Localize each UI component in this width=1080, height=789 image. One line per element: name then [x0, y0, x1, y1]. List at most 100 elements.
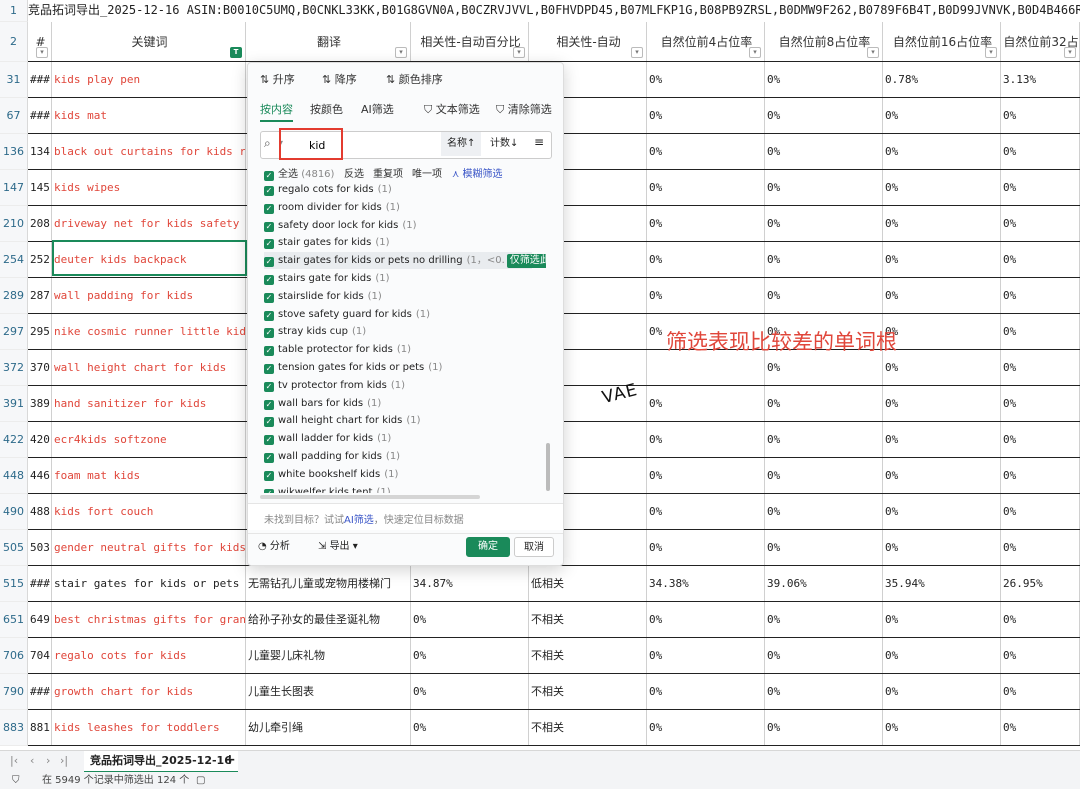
cell-c32[interactable]: 0%: [1001, 458, 1080, 493]
cell-num[interactable]: ###: [28, 98, 52, 133]
filter-value-item[interactable]: ✓ stove safety guard for kids (1): [264, 306, 430, 323]
cell-c16[interactable]: 0%: [883, 494, 1001, 529]
cell-c16[interactable]: 0%: [883, 674, 1001, 709]
cancel-button[interactable]: 取消: [514, 537, 554, 557]
unique-button[interactable]: 唯一项: [412, 165, 442, 180]
filter-value-item[interactable]: ✓ safety door lock for kids (1): [264, 217, 417, 234]
cell-rel[interactable]: 不相关: [529, 674, 647, 709]
row-number[interactable]: 297: [0, 314, 28, 350]
cell-c16[interactable]: 0%: [883, 170, 1001, 205]
cell-num[interactable]: ###: [28, 62, 52, 97]
cell-c8[interactable]: 0%: [765, 674, 883, 709]
filter-value-item[interactable]: ✓ stair gates for kids (1): [264, 234, 390, 251]
row-number[interactable]: 706: [0, 638, 28, 674]
cell-kw[interactable]: nike cosmic runner little kids: [52, 314, 246, 349]
cell-c32[interactable]: 0%: [1001, 674, 1080, 709]
filter-value-item[interactable]: ✓ wall padding for kids (1): [264, 448, 400, 465]
row-number[interactable]: 391: [0, 386, 28, 422]
cell-rel[interactable]: 不相关: [529, 638, 647, 673]
next-sheet-icon[interactable]: ›: [46, 754, 50, 767]
cell-c32[interactable]: 0%: [1001, 278, 1080, 313]
cell-c16[interactable]: 0%: [883, 386, 1001, 421]
column-header[interactable]: # ▾: [28, 22, 52, 61]
row-number[interactable]: 254: [0, 242, 28, 278]
cell-c8[interactable]: 0%: [765, 602, 883, 637]
last-sheet-icon[interactable]: ›|: [60, 754, 68, 767]
cell-c4[interactable]: 34.38%: [647, 566, 765, 601]
cell-c4[interactable]: 0%: [647, 386, 765, 421]
cell-pct[interactable]: 0%: [411, 710, 529, 745]
cell-c8[interactable]: 0%: [765, 458, 883, 493]
cell-c8[interactable]: 0%: [765, 134, 883, 169]
duplicates-button[interactable]: 重复项: [373, 165, 403, 180]
column-header[interactable]: 自然位前16占位率 ▾: [883, 22, 1001, 61]
export-button[interactable]: ⇲ 导出 ▾: [318, 537, 358, 557]
cell-c8[interactable]: 0%: [765, 494, 883, 529]
cell-kw[interactable]: kids wipes: [52, 170, 246, 205]
cell-num[interactable]: 370: [28, 350, 52, 385]
cell-c8[interactable]: 0%: [765, 62, 883, 97]
cell-c16[interactable]: 0%: [883, 458, 1001, 493]
filter-value-item[interactable]: ✓ stray kids cup (1): [264, 323, 366, 340]
cell-tr[interactable]: 幼儿牵引绳: [246, 710, 411, 745]
cell-c4[interactable]: 0%: [647, 278, 765, 313]
settings-icon[interactable]: ≡: [534, 135, 544, 149]
row-number[interactable]: 490: [0, 494, 28, 530]
cell-kw[interactable]: regalo cots for kids: [52, 638, 246, 673]
cell-c4[interactable]: 0%: [647, 134, 765, 169]
row-number[interactable]: 422: [0, 422, 28, 458]
cell-c8[interactable]: 0%: [765, 170, 883, 205]
cell-rel[interactable]: 不相关: [529, 602, 647, 637]
ai-filter-link[interactable]: AI筛选: [344, 515, 374, 526]
filter-value-item[interactable]: ✓ wall ladder for kids (1): [264, 430, 391, 447]
cell-c4[interactable]: 0%: [647, 458, 765, 493]
cell-c16[interactable]: 0%: [883, 314, 1001, 349]
filter-dropdown-icon[interactable]: ▾: [749, 47, 761, 58]
filter-dropdown-icon[interactable]: ▾: [1064, 47, 1076, 58]
cell-c4[interactable]: 0%: [647, 638, 765, 673]
cell-c8[interactable]: 0%: [765, 710, 883, 745]
cell-c16[interactable]: 0%: [883, 278, 1001, 313]
filter-value-item[interactable]: ✓ white bookshelf kids (1): [264, 466, 398, 483]
cell-num[interactable]: 295: [28, 314, 52, 349]
cell-c8[interactable]: 0%: [765, 638, 883, 673]
cell-num[interactable]: ###: [28, 674, 52, 709]
cell-kw[interactable]: growth chart for kids: [52, 674, 246, 709]
filter-dropdown-icon[interactable]: ▾: [631, 47, 643, 58]
filter-value-item[interactable]: ✓ wall bars for kids (1): [264, 395, 381, 412]
scrollbar[interactable]: [546, 443, 550, 491]
horizontal-scrollbar[interactable]: [260, 495, 480, 499]
tab-ai-filter[interactable]: AI筛选: [361, 101, 394, 117]
cell-c8[interactable]: 0%: [765, 422, 883, 457]
cell-c8[interactable]: 0%: [765, 206, 883, 241]
filter-value-item[interactable]: ✓ tension gates for kids or pets (1): [264, 359, 442, 376]
analyze-button[interactable]: ◔ 分析: [258, 537, 290, 557]
text-filter-button[interactable]: ⛉ 文本筛选: [424, 101, 480, 117]
filter-value-item[interactable]: ✓ stairslide for kids (1): [264, 288, 382, 305]
cell-c16[interactable]: 0%: [883, 710, 1001, 745]
cell-c4[interactable]: 0%: [647, 62, 765, 97]
cell-c32[interactable]: 0%: [1001, 98, 1080, 133]
cell-c16[interactable]: 0%: [883, 350, 1001, 385]
cell-c4[interactable]: 0%: [647, 98, 765, 133]
cell-num[interactable]: 446: [28, 458, 52, 493]
cell-c32[interactable]: 0%: [1001, 602, 1080, 637]
cell-num[interactable]: 145: [28, 170, 52, 205]
column-header[interactable]: 自然位前4占位率 ▾: [647, 22, 765, 61]
cell-c32[interactable]: 0%: [1001, 422, 1080, 457]
cell-c4[interactable]: 0%: [647, 242, 765, 277]
cell-tr[interactable]: 儿童婴儿床礼物: [246, 638, 411, 673]
column-header[interactable]: 翻译 ▾: [246, 22, 411, 61]
cell-c16[interactable]: 0%: [883, 638, 1001, 673]
row-number[interactable]: 147: [0, 170, 28, 206]
filter-dropdown-icon[interactable]: ▾: [985, 47, 997, 58]
row-number[interactable]: 289: [0, 278, 28, 314]
sort-by-count-button[interactable]: 计数↓: [490, 132, 518, 156]
cell-kw[interactable]: foam mat kids: [52, 458, 246, 493]
cell-c32[interactable]: 0%: [1001, 386, 1080, 421]
cell-num[interactable]: 488: [28, 494, 52, 529]
row-number[interactable]: 210: [0, 206, 28, 242]
cell-rel[interactable]: 低相关: [529, 566, 647, 601]
cell-num[interactable]: 420: [28, 422, 52, 457]
cell-c8[interactable]: 0%: [765, 98, 883, 133]
